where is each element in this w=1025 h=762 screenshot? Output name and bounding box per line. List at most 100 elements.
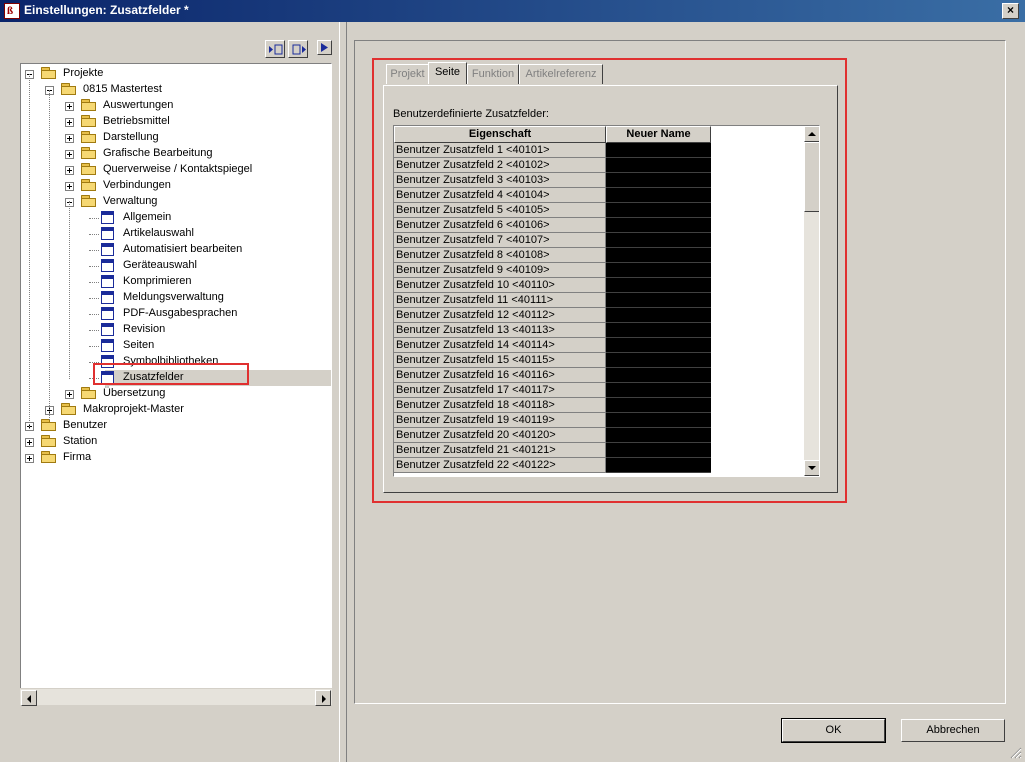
settings-page-icon (101, 291, 114, 304)
expand-plus-icon[interactable] (65, 182, 74, 191)
tab-seite[interactable]: Seite (428, 62, 467, 84)
tree-item-label: 0815 Mastertest (83, 83, 162, 95)
tree-guide-line (69, 201, 71, 379)
tree-item-label: Betriebsmittel (103, 115, 170, 127)
tree-item-label: Querverweise / Kontaktspiegel (103, 163, 253, 175)
expand-plus-icon[interactable] (65, 102, 74, 111)
tree-item-automatisiert-bearbeiten[interactable]: Automatisiert bearbeiten (21, 242, 331, 258)
tree-item-geräteauswahl[interactable]: Geräteauswahl (21, 258, 331, 274)
settings-page-icon (101, 227, 114, 240)
folder-icon (81, 195, 97, 208)
folder-icon (81, 99, 97, 112)
title-bar: ß Einstellungen: Zusatzfelder * × (0, 0, 1025, 22)
tree-item-übersetzung[interactable]: Übersetzung (21, 386, 331, 402)
tree-item-label: Seiten (123, 339, 155, 351)
tree-item-meldungsverwaltung[interactable]: Meldungsverwaltung (21, 290, 331, 306)
tree-item-label: Automatisiert bearbeiten (123, 243, 243, 255)
expand-plus-icon[interactable] (65, 390, 74, 399)
tree-item-projekte[interactable]: Projekte (21, 66, 331, 82)
tree-item-komprimieren[interactable]: Komprimieren (21, 274, 331, 290)
folder-icon (41, 67, 57, 80)
ok-button[interactable]: OK (781, 718, 886, 743)
collapse-all-icon (292, 44, 306, 55)
tree-connector (89, 250, 99, 252)
settings-page-icon (101, 211, 114, 224)
tree-item-label: Grafische Bearbeitung (103, 147, 213, 159)
collapse-all-button[interactable] (288, 40, 308, 58)
window-title: Einstellungen: Zusatzfelder * (24, 3, 189, 17)
tree-connector (89, 298, 99, 300)
folder-icon (81, 163, 97, 176)
tree-item-allgemein[interactable]: Allgemein (21, 210, 331, 226)
tree-item-benutzer[interactable]: Benutzer (21, 418, 331, 434)
tree-item-label: Verwaltung (103, 195, 158, 207)
resize-grip-icon[interactable] (1008, 745, 1022, 759)
expand-plus-icon[interactable] (65, 166, 74, 175)
settings-page-icon (101, 339, 114, 352)
tree-item-betriebsmittel[interactable]: Betriebsmittel (21, 114, 331, 130)
tree-horizontal-scrollbar[interactable] (20, 688, 332, 706)
scroll-left-button[interactable] (21, 690, 37, 706)
tree-item-pdf-ausgabesprachen[interactable]: PDF-Ausgabesprachen (21, 306, 331, 322)
settings-page-icon (101, 259, 114, 272)
highlight-box-tabs (372, 58, 847, 503)
expand-plus-icon[interactable] (65, 134, 74, 143)
expand-plus-icon[interactable] (65, 150, 74, 159)
folder-icon (41, 451, 57, 464)
tree-item-label: Verbindungen (103, 179, 171, 191)
tree-item-label: Revision (123, 323, 166, 335)
tree-item-makroprojekt-master[interactable]: Makroprojekt-Master (21, 402, 331, 418)
tree-item-firma[interactable]: Firma (21, 450, 331, 466)
tree-item-label: Station (63, 435, 98, 447)
close-button[interactable]: × (1002, 3, 1019, 19)
folder-icon (81, 387, 97, 400)
tree-connector (89, 330, 99, 332)
tree-item-label: Makroprojekt-Master (83, 403, 184, 415)
expand-plus-icon[interactable] (65, 118, 74, 127)
expand-all-button[interactable] (265, 40, 285, 58)
tree-connector (89, 218, 99, 220)
tree-item-revision[interactable]: Revision (21, 322, 331, 338)
navigate-button[interactable] (317, 40, 332, 55)
tree-item-auswertungen[interactable]: Auswertungen (21, 98, 331, 114)
settings-page-icon (101, 307, 114, 320)
folder-icon (81, 179, 97, 192)
tree-item-label: Benutzer (63, 419, 108, 431)
panel-splitter[interactable] (339, 22, 347, 762)
tree-item-label: Firma (63, 451, 92, 463)
tree-item-station[interactable]: Station (21, 434, 331, 450)
folder-icon (61, 83, 77, 96)
tree-connector (89, 234, 99, 236)
folder-icon (41, 419, 57, 432)
arrow-right-icon (322, 695, 326, 703)
expand-plus-icon[interactable] (25, 438, 34, 447)
tree-guide-line (29, 74, 31, 429)
tree-connector (89, 314, 99, 316)
tree-item-0815-mastertest[interactable]: 0815 Mastertest (21, 82, 331, 98)
tree-connector (89, 282, 99, 284)
tree-item-grafische-bearbeitung[interactable]: Grafische Bearbeitung (21, 146, 331, 162)
settings-page-icon (101, 275, 114, 288)
settings-page-icon (101, 323, 114, 336)
tree-item-label: Komprimieren (123, 275, 192, 287)
arrow-left-icon (27, 695, 31, 703)
tree-item-seiten[interactable]: Seiten (21, 338, 331, 354)
tree-item-querverweise-kontaktspiegel[interactable]: Querverweise / Kontaktspiegel (21, 162, 331, 178)
expand-plus-icon[interactable] (25, 454, 34, 463)
folder-icon (41, 435, 57, 448)
tree-item-label: Meldungsverwaltung (123, 291, 224, 303)
tree-connector (89, 346, 99, 348)
cancel-button[interactable]: Abbrechen (901, 719, 1005, 742)
tree-item-label: PDF-Ausgabesprachen (123, 307, 238, 319)
tree-item-darstellung[interactable]: Darstellung (21, 130, 331, 146)
tree-item-verwaltung[interactable]: Verwaltung (21, 194, 331, 210)
folder-icon (81, 115, 97, 128)
tree-item-label: Projekte (63, 67, 104, 79)
folder-icon (81, 147, 97, 160)
scroll-right-button[interactable] (315, 690, 331, 706)
tree-item-artikelauswahl[interactable]: Artikelauswahl (21, 226, 331, 242)
tree-item-label: Auswertungen (103, 99, 174, 111)
tree-item-label: Darstellung (103, 131, 159, 143)
tree-item-verbindungen[interactable]: Verbindungen (21, 178, 331, 194)
folder-icon (61, 403, 77, 416)
